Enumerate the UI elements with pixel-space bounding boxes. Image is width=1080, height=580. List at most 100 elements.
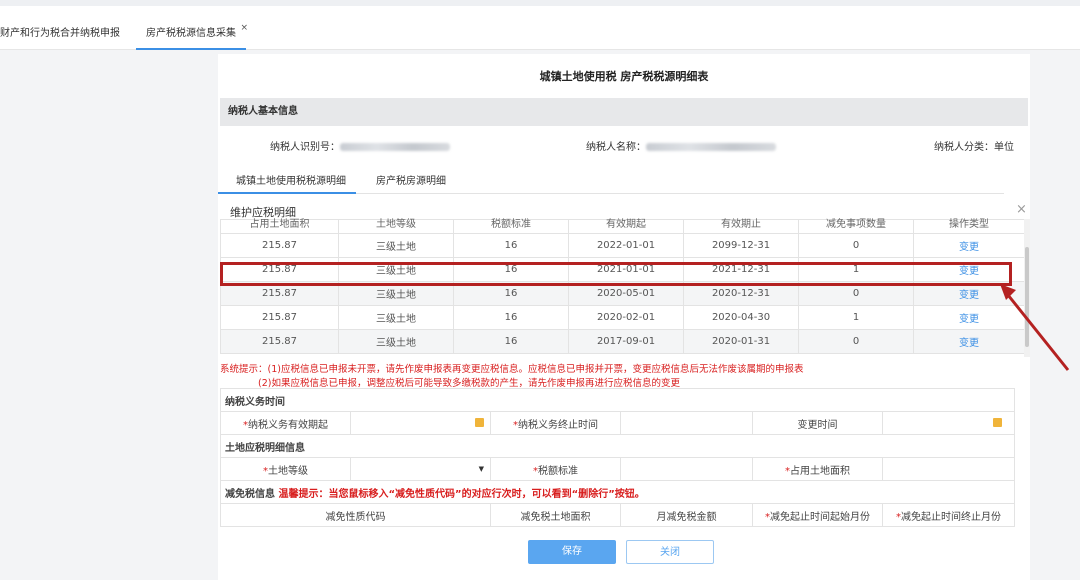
cell-relief-count: 1 xyxy=(798,305,914,330)
tab-close-icon[interactable]: × xyxy=(240,16,248,40)
subtab-property-tax[interactable]: 房产税房源明细 xyxy=(376,172,446,187)
tax-detail-table: 占用土地面积 土地等级 税额标准 有效期起 有效期止 减免事项数量 操作类型 2… xyxy=(220,219,1025,354)
col-header: 占用土地面积 xyxy=(220,219,339,234)
cell-start: 2022-01-01 xyxy=(568,233,684,258)
table-row: 215.87 三级土地 16 2017-09-01 2020-01-31 0 变… xyxy=(220,329,1025,354)
cell-start: 2017-09-01 xyxy=(568,329,684,354)
relief-warning: 温馨提示：当您鼠标移入“减免性质代码”的对应行次时，可以看到“删除行”按钮。 xyxy=(278,488,645,500)
tax-standard-input[interactable] xyxy=(620,457,753,481)
section-obligation-time: 纳税义务时间 xyxy=(219,388,1016,412)
calendar-icon[interactable] xyxy=(993,418,1003,427)
cell-relief-count: 0 xyxy=(798,329,914,354)
save-button[interactable]: 保存 xyxy=(528,540,616,564)
change-time-input[interactable] xyxy=(881,411,1016,435)
col-header: 减免事项数量 xyxy=(798,219,914,234)
change-link[interactable]: 变更 xyxy=(913,233,1025,258)
cell-area: 215.87 xyxy=(220,233,339,258)
subtab-active-indicator xyxy=(218,192,356,194)
cell-end: 2099-12-31 xyxy=(683,233,799,258)
start-label: *纳税义务有效期起 xyxy=(220,411,351,435)
section-relief: 减免税信息 温馨提示：当您鼠标移入“减免性质代码”的对应行次时，可以看到“删除行… xyxy=(219,480,1016,504)
form-section-row: 减免税信息 温馨提示：当您鼠标移入“减免性质代码”的对应行次时，可以看到“删除行… xyxy=(219,480,1016,504)
taxpayer-id-redacted xyxy=(340,143,450,151)
system-hint-2: (2)如果应税信息已申报，调整应税后可能导致多缴税款的产生，请先作废申报再进行应… xyxy=(258,378,680,389)
cell-standard: 16 xyxy=(453,305,569,330)
col-header: 有效期起 xyxy=(568,219,684,234)
system-hint-1: 系统提示：(1)应税信息已申报未开票，请先作废申报表再变更应税信息。应税信息已申… xyxy=(220,364,804,375)
top-strip xyxy=(0,0,1080,6)
end-label-text: 纳税义务终止时间 xyxy=(518,419,598,431)
end-date-input[interactable] xyxy=(620,411,753,435)
top-tab-bar: 财产和行为税合并纳税申报 房产税税源信息采集 × xyxy=(0,0,1080,50)
taxpayer-type: 纳税人分类：单位 xyxy=(934,138,1014,153)
change-time-label: 变更时间 xyxy=(752,411,883,435)
col-header: 操作类型 xyxy=(913,219,1025,234)
cell-standard: 16 xyxy=(453,233,569,258)
cell-grade: 三级土地 xyxy=(338,233,454,258)
taxpayer-name-label: 纳税人名称： xyxy=(586,142,646,153)
relief-header: 月减免税金额 xyxy=(620,503,753,527)
close-button[interactable]: 关闭 xyxy=(626,540,714,564)
tab-label: 财产和行为税合并纳税申报 xyxy=(0,28,120,39)
taxpayer-id-label: 纳税人识别号： xyxy=(270,142,340,153)
tab-property-tax-source[interactable]: 房产税税源信息采集 × xyxy=(136,22,248,50)
relief-header-row: 减免性质代码 减免税土地面积 月减免税金额 *减免起止时间起始月份 *减免起止时… xyxy=(220,503,1016,527)
subtab-land-use-tax[interactable]: 城镇土地使用税税源明细 xyxy=(236,172,346,187)
start-label-text: 纳税义务有效期起 xyxy=(248,419,328,431)
tax-standard-label: *税额标准 xyxy=(490,457,621,481)
highlight-box xyxy=(220,262,1012,286)
area-label: *占用土地面积 xyxy=(752,457,883,481)
relief-section-title: 减免税信息 xyxy=(225,488,275,500)
chevron-down-icon[interactable]: ▼ xyxy=(479,465,484,473)
land-grade-label-text: 土地等级 xyxy=(268,465,308,477)
maint-close-icon[interactable]: × xyxy=(1016,202,1027,217)
arrow-head xyxy=(1000,284,1016,300)
table-row: 215.87 三级土地 16 2020-02-01 2020-04-30 1 变… xyxy=(220,305,1025,330)
relief-header: *减免起止时间终止月份 xyxy=(881,503,1016,527)
cell-area: 215.87 xyxy=(220,305,339,330)
relief-header: *减免起止时间起始月份 xyxy=(752,503,883,527)
area-label-text: 占用土地面积 xyxy=(790,465,850,477)
relief-header: 减免税土地面积 xyxy=(490,503,621,527)
tab-label: 房产税税源信息采集 xyxy=(146,28,236,39)
maint-title: 维护应税明细 xyxy=(230,206,296,219)
page-title: 城镇土地使用税 房产税税源明细表 xyxy=(539,70,709,83)
end-label: *纳税义务终止时间 xyxy=(490,411,621,435)
land-grade-select[interactable]: ▼ xyxy=(350,457,491,481)
cell-area: 215.87 xyxy=(220,329,339,354)
col-header: 土地等级 xyxy=(338,219,454,234)
area-input[interactable] xyxy=(881,457,1016,481)
taxpayer-name: 纳税人名称： xyxy=(586,138,776,153)
edit-form: 纳税义务时间 *纳税义务有效期起 *纳税义务终止时间 变更时间 土地应税明细信息… xyxy=(219,388,1016,527)
cell-grade: 三级土地 xyxy=(338,329,454,354)
cell-start: 2020-02-01 xyxy=(568,305,684,330)
form-row: *纳税义务有效期起 *纳税义务终止时间 变更时间 xyxy=(220,411,1016,435)
taxpayer-id: 纳税人识别号： xyxy=(270,138,450,153)
table-header-row: 占用土地面积 土地等级 税额标准 有效期起 有效期止 减免事项数量 操作类型 xyxy=(220,219,1025,234)
start-date-input[interactable] xyxy=(350,411,491,435)
form-section-row: 土地应税明细信息 xyxy=(219,434,1016,458)
cell-end: 2020-04-30 xyxy=(683,305,799,330)
table-row: 215.87 三级土地 16 2022-01-01 2099-12-31 0 变… xyxy=(220,233,1025,258)
form-row: *土地等级 ▼ *税额标准 *占用土地面积 xyxy=(220,457,1016,481)
cell-grade: 三级土地 xyxy=(338,305,454,330)
relief-header-text: 减免起止时间终止月份 xyxy=(901,511,1002,523)
calendar-icon[interactable] xyxy=(475,418,484,427)
section-land-detail: 土地应税明细信息 xyxy=(219,434,1016,458)
annotation-arrow-icon xyxy=(1000,284,1070,371)
col-header: 有效期止 xyxy=(683,219,799,234)
taxpayer-name-redacted xyxy=(646,143,776,151)
col-header: 税额标准 xyxy=(453,219,569,234)
arrow-shaft xyxy=(1002,289,1070,371)
main-panel: 城镇土地使用税 房产税税源明细表 纳税人基本信息 纳税人识别号： 纳税人名称： … xyxy=(218,54,1030,580)
tab-combined-declaration[interactable]: 财产和行为税合并纳税申报 xyxy=(0,22,120,50)
form-section-row: 纳税义务时间 xyxy=(219,388,1016,412)
tax-standard-label-text: 税额标准 xyxy=(538,465,578,477)
relief-header-text: 减免起止时间起始月份 xyxy=(770,511,870,523)
cell-relief-count: 0 xyxy=(798,233,914,258)
section-basic-info: 纳税人基本信息 xyxy=(220,98,1028,126)
taxpayer-type-value: 单位 xyxy=(994,142,1014,153)
relief-header: 减免性质代码 xyxy=(220,503,491,527)
taxpayer-type-label: 纳税人分类： xyxy=(934,142,994,153)
cell-end: 2020-01-31 xyxy=(683,329,799,354)
